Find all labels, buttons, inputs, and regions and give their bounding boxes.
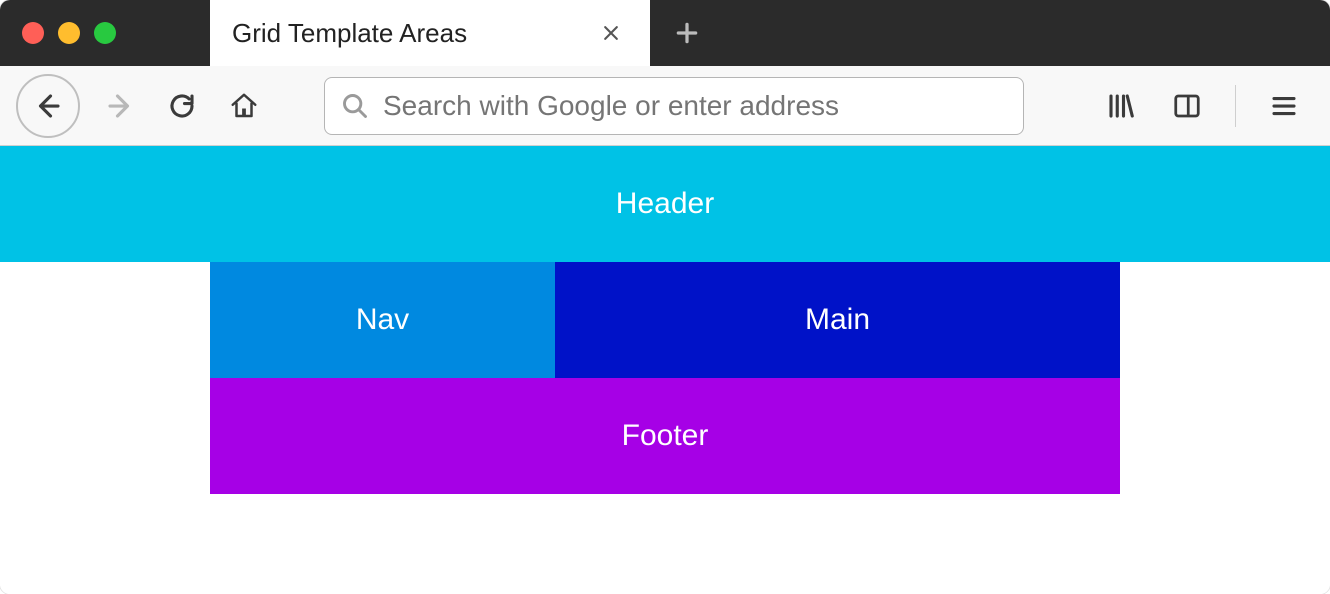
sidebar-button[interactable] [1165, 84, 1209, 128]
grid-demo: Header Nav Main Footer [0, 146, 1330, 494]
maximize-window-button[interactable] [94, 22, 116, 44]
tab-active[interactable]: Grid Template Areas [210, 0, 650, 66]
toolbar-divider [1235, 85, 1236, 127]
viewport: Header Nav Main Footer [0, 146, 1330, 594]
new-tab-button[interactable] [650, 0, 724, 66]
toolbar-right [1099, 84, 1314, 128]
arrow-left-icon [33, 91, 63, 121]
grid-area-header: Header [0, 146, 1330, 262]
library-icon [1106, 91, 1136, 121]
arrow-right-icon [105, 91, 135, 121]
search-icon [341, 92, 369, 120]
titlebar: Grid Template Areas [0, 0, 1330, 66]
search-input[interactable] [383, 90, 1007, 122]
menu-button[interactable] [1262, 84, 1306, 128]
address-bar[interactable] [324, 77, 1024, 135]
close-window-button[interactable] [22, 22, 44, 44]
reload-icon [167, 91, 197, 121]
close-icon [601, 23, 621, 43]
forward-button[interactable] [98, 84, 142, 128]
tab-title: Grid Template Areas [232, 18, 467, 49]
close-tab-button[interactable] [594, 16, 628, 50]
library-button[interactable] [1099, 84, 1143, 128]
minimize-window-button[interactable] [58, 22, 80, 44]
toolbar [0, 66, 1330, 146]
home-button[interactable] [222, 84, 266, 128]
reload-button[interactable] [160, 84, 204, 128]
back-button[interactable] [16, 74, 80, 138]
header-label: Header [616, 187, 714, 221]
plus-icon [674, 20, 700, 46]
main-label: Main [805, 303, 870, 337]
sidebar-icon [1172, 91, 1202, 121]
grid-area-main: Main [555, 262, 1120, 378]
nav-label: Nav [356, 303, 409, 337]
home-icon [229, 91, 259, 121]
footer-label: Footer [622, 419, 709, 453]
tabstrip: Grid Template Areas [210, 0, 1330, 66]
hamburger-icon [1269, 91, 1299, 121]
grid-area-footer: Footer [210, 378, 1120, 494]
grid-area-nav: Nav [210, 262, 555, 378]
browser-window: Grid Template Areas [0, 0, 1330, 594]
window-controls [0, 0, 210, 66]
